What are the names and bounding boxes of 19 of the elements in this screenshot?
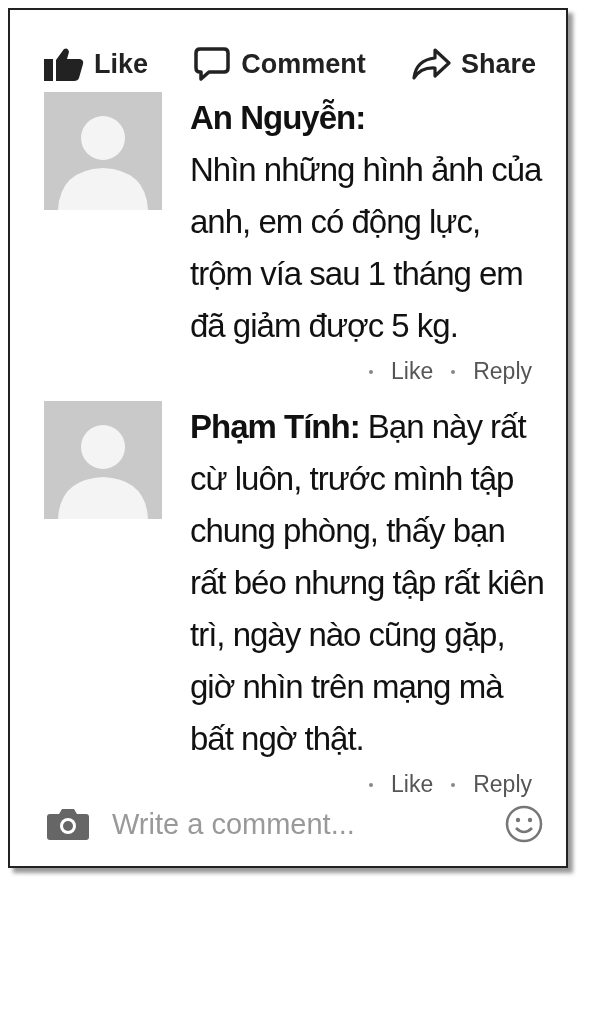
separator-dot [369,369,373,374]
reply-link[interactable]: Reply [473,358,532,385]
share-arrow-icon [410,47,451,81]
speech-bubble-icon [193,46,232,82]
reply-link[interactable]: Reply [473,771,532,798]
share-button[interactable]: Share [410,47,536,81]
like-link[interactable]: Like [391,771,434,798]
separator-dot [369,782,373,787]
comment-text: Nhìn những hình ảnh của anh, em có động lực, trộm vía sau 1 tháng em đã giảm được 5 kg. [190,150,544,346]
comment-button[interactable]: Comment [193,46,366,82]
like-button[interactable]: Like [44,47,149,81]
thumbs-up-icon [44,47,84,81]
comment-text: Phạm Tính: Bạn này rất cừ luôn, trước mình tập chung phòng, thấy bạn rất béo nhưng tập rất kiên trì, ngày nào cũng gặp, giờ nhìn trên mạng mà bất ngờ thật. [190,407,544,759]
smiley-icon [504,804,544,844]
separator-dot [451,782,456,787]
separator-dot [451,369,456,374]
commenter-name: An Nguyễn: [190,98,367,138]
camera-icon [46,807,90,841]
like-link[interactable]: Like [391,358,434,385]
